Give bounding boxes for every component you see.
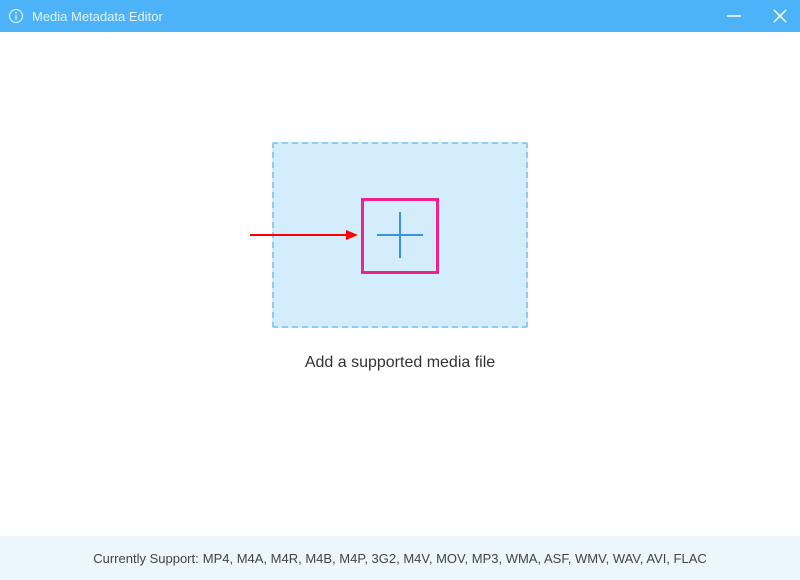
window-title: Media Metadata Editor xyxy=(32,9,163,24)
content-area: Add a supported media file xyxy=(0,32,800,536)
close-icon xyxy=(772,8,788,24)
arrow-icon xyxy=(250,228,358,242)
footer-label: Currently Support: xyxy=(93,551,199,566)
footer-formats: MP4, M4A, M4R, M4B, M4P, 3G2, M4V, MOV, … xyxy=(203,551,707,566)
minimize-button[interactable] xyxy=(724,6,744,26)
annotation-arrow xyxy=(250,228,358,242)
minimize-icon xyxy=(725,7,743,25)
footer-bar: Currently Support: MP4, M4A, M4R, M4B, M… xyxy=(0,536,800,580)
info-icon xyxy=(8,8,24,24)
instruction-text: Add a supported media file xyxy=(0,354,800,372)
titlebar: Media Metadata Editor xyxy=(0,0,800,32)
window-controls xyxy=(724,0,790,32)
title-left: Media Metadata Editor xyxy=(8,8,163,24)
annotation-highlight-box xyxy=(361,198,439,274)
close-button[interactable] xyxy=(770,6,790,26)
